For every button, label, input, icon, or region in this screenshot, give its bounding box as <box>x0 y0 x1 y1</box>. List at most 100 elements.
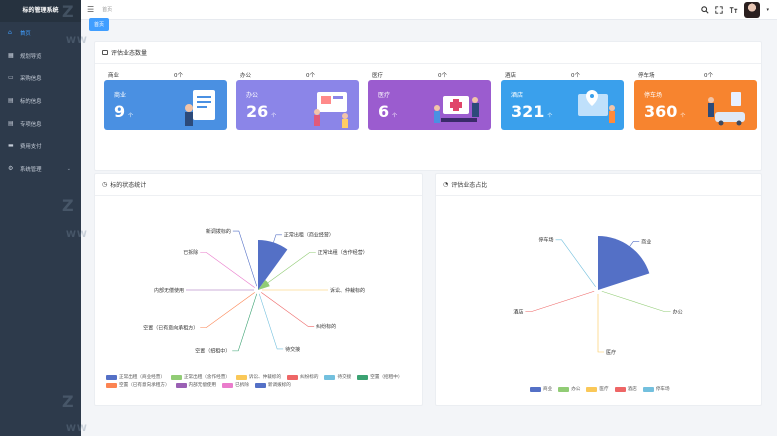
status-rose-chart: 正常出租（商业经营） 正常出租（含作经营） 诉讼、仲裁标的纠纷标的待交接 空置（招租中… <box>143 228 368 355</box>
caption-count: 0个 <box>571 73 580 79</box>
rose-slice[interactable] <box>258 240 288 290</box>
legend-item[interactable]: 办公 <box>558 386 580 392</box>
legend-item[interactable]: 商业 <box>530 386 552 392</box>
legend-label: 新调拨标的 <box>267 383 291 388</box>
slice-label: 停车场 <box>539 237 554 244</box>
legend-label: 空置（招租中） <box>370 375 403 380</box>
legend-label: 商业 <box>543 387 553 392</box>
parking-illustration <box>708 92 745 126</box>
ratio-rose-chart: 商业办公医疗 酒店 停车场 <box>513 236 683 356</box>
business-tile[interactable]: 酒店 321 个 <box>501 80 624 130</box>
breadcrumb[interactable]: 首页 <box>102 6 112 13</box>
business-tile[interactable]: 停车场 360 个 <box>634 80 757 130</box>
chevron-down-icon: ⌄ <box>66 165 71 172</box>
sidebar-item-label: 首页 <box>20 31 31 38</box>
slice-label: 新调拨标的 <box>206 228 231 235</box>
slice-label: 内部无偿使用 <box>154 287 184 294</box>
legend-item[interactable]: 诉讼、仲裁标的 <box>235 374 282 380</box>
business-tile[interactable]: 商业 9 个 <box>104 80 227 130</box>
label-line <box>200 252 255 288</box>
business-tile[interactable]: 医疗 6 个 <box>368 80 491 130</box>
pie-icon: ◔ <box>443 181 449 188</box>
legend-item[interactable]: 纠纷标的 <box>287 374 318 380</box>
legend-item[interactable]: 新调拨标的 <box>254 382 291 388</box>
sidebar-item[interactable]: ▤ 标的信息 <box>0 90 81 113</box>
label-line <box>555 239 596 287</box>
sidebar-item[interactable]: ⚙ 系统管理 ⌄ <box>0 158 81 181</box>
label-line <box>232 230 258 287</box>
watermark-mark: Z <box>62 196 74 215</box>
sidebar-item[interactable]: ▬ 费用支付 <box>0 135 81 158</box>
legend-label: 诉讼、仲裁标的 <box>248 375 282 380</box>
slice-label: 正常出租（含作经营） <box>318 249 368 256</box>
tile-value: 26 个 <box>246 102 276 121</box>
legend-label: 停车场 <box>655 387 670 392</box>
sidebar-item[interactable]: ▭ 采购信息 <box>0 67 81 90</box>
tile-number: 321 <box>511 102 545 121</box>
legend-item[interactable]: 待交接 <box>324 374 351 380</box>
divider <box>95 63 761 64</box>
chevron-down-icon[interactable]: ▾ <box>766 7 769 13</box>
legend-item[interactable]: 停车场 <box>642 386 670 392</box>
ratio-chart-title: 评估业态占比 <box>451 182 488 189</box>
slice-label: 待交接 <box>285 346 300 353</box>
tile-value: 9个 <box>114 102 133 121</box>
legend-label: 医疗 <box>599 387 609 392</box>
sidebar-item[interactable]: ▦ 规划导览 <box>0 45 81 68</box>
fullscreen-icon[interactable] <box>715 6 724 14</box>
label-line <box>273 234 282 243</box>
label-line <box>200 292 255 328</box>
tile-unit: 个 <box>680 113 686 119</box>
legend-label: 正常出租（含作经营） <box>183 375 230 380</box>
legend-label: 待交接 <box>337 375 352 380</box>
sidebar-item-label: 标的信息 <box>20 99 42 106</box>
watermark-mark: Z <box>62 392 74 411</box>
slice-label: 商业 <box>641 238 651 245</box>
legend-swatch <box>357 374 369 380</box>
legend-item[interactable]: 正常出租（商业经营） <box>106 374 165 380</box>
monitor-icon <box>102 50 108 55</box>
legend-swatch <box>175 382 187 388</box>
legend-item[interactable]: 医疗 <box>586 386 609 392</box>
font-size-icon[interactable] <box>729 6 738 14</box>
watermark-text: WW <box>66 424 88 434</box>
legend-item[interactable]: 空置（招租中） <box>357 374 402 380</box>
menu-toggle-icon[interactable]: ☰ <box>87 5 94 14</box>
monitor-icon: ▭ <box>8 74 14 82</box>
label-line <box>629 241 640 247</box>
slice-label: 办公 <box>673 308 683 315</box>
avatar[interactable] <box>744 2 761 18</box>
legend-swatch <box>642 386 654 392</box>
legend-item[interactable]: 内部无偿使用 <box>175 382 216 388</box>
tile-name: 医疗 <box>378 92 391 99</box>
legend-item[interactable]: 空置（已有意向承租方） <box>106 382 170 388</box>
legend-item[interactable]: 正常出租（含作经营） <box>170 374 230 380</box>
legend-label: 办公 <box>571 387 581 392</box>
tag-home[interactable]: 首页 <box>89 18 109 31</box>
legend-swatch <box>530 386 541 392</box>
label-line <box>258 293 284 350</box>
card-icon: ▬ <box>8 142 14 150</box>
business-tile[interactable]: 办公 26 个 <box>236 80 359 130</box>
slice-label: 纠纷标的 <box>316 323 336 330</box>
tile-unit: 个 <box>271 113 277 119</box>
tile-unit: 个 <box>128 113 134 119</box>
watermark-text: WW <box>66 230 88 240</box>
search-icon[interactable] <box>701 6 710 14</box>
header-tools: ▾ <box>701 2 769 18</box>
legend-swatch <box>558 386 570 392</box>
sidebar-item[interactable]: ▤ 专项信息 <box>0 112 81 135</box>
legend-label: 空置（已有意向承租方） <box>119 383 170 388</box>
legend-item[interactable]: 酒店 <box>614 386 637 392</box>
legend-item[interactable]: 已拆除 <box>222 382 249 388</box>
medical-illustration <box>434 96 479 123</box>
caption-name: 办公 <box>240 73 252 79</box>
tile-unit: 个 <box>392 113 398 119</box>
clock-icon: ◷ <box>102 181 108 188</box>
legend-swatch <box>324 374 336 380</box>
legend-label: 已拆除 <box>235 383 249 388</box>
slice-label: 已拆除 <box>183 249 198 256</box>
clipboard-illustration <box>185 90 215 126</box>
legend-swatch <box>614 386 626 392</box>
legend-label: 纠纷标的 <box>300 375 319 380</box>
